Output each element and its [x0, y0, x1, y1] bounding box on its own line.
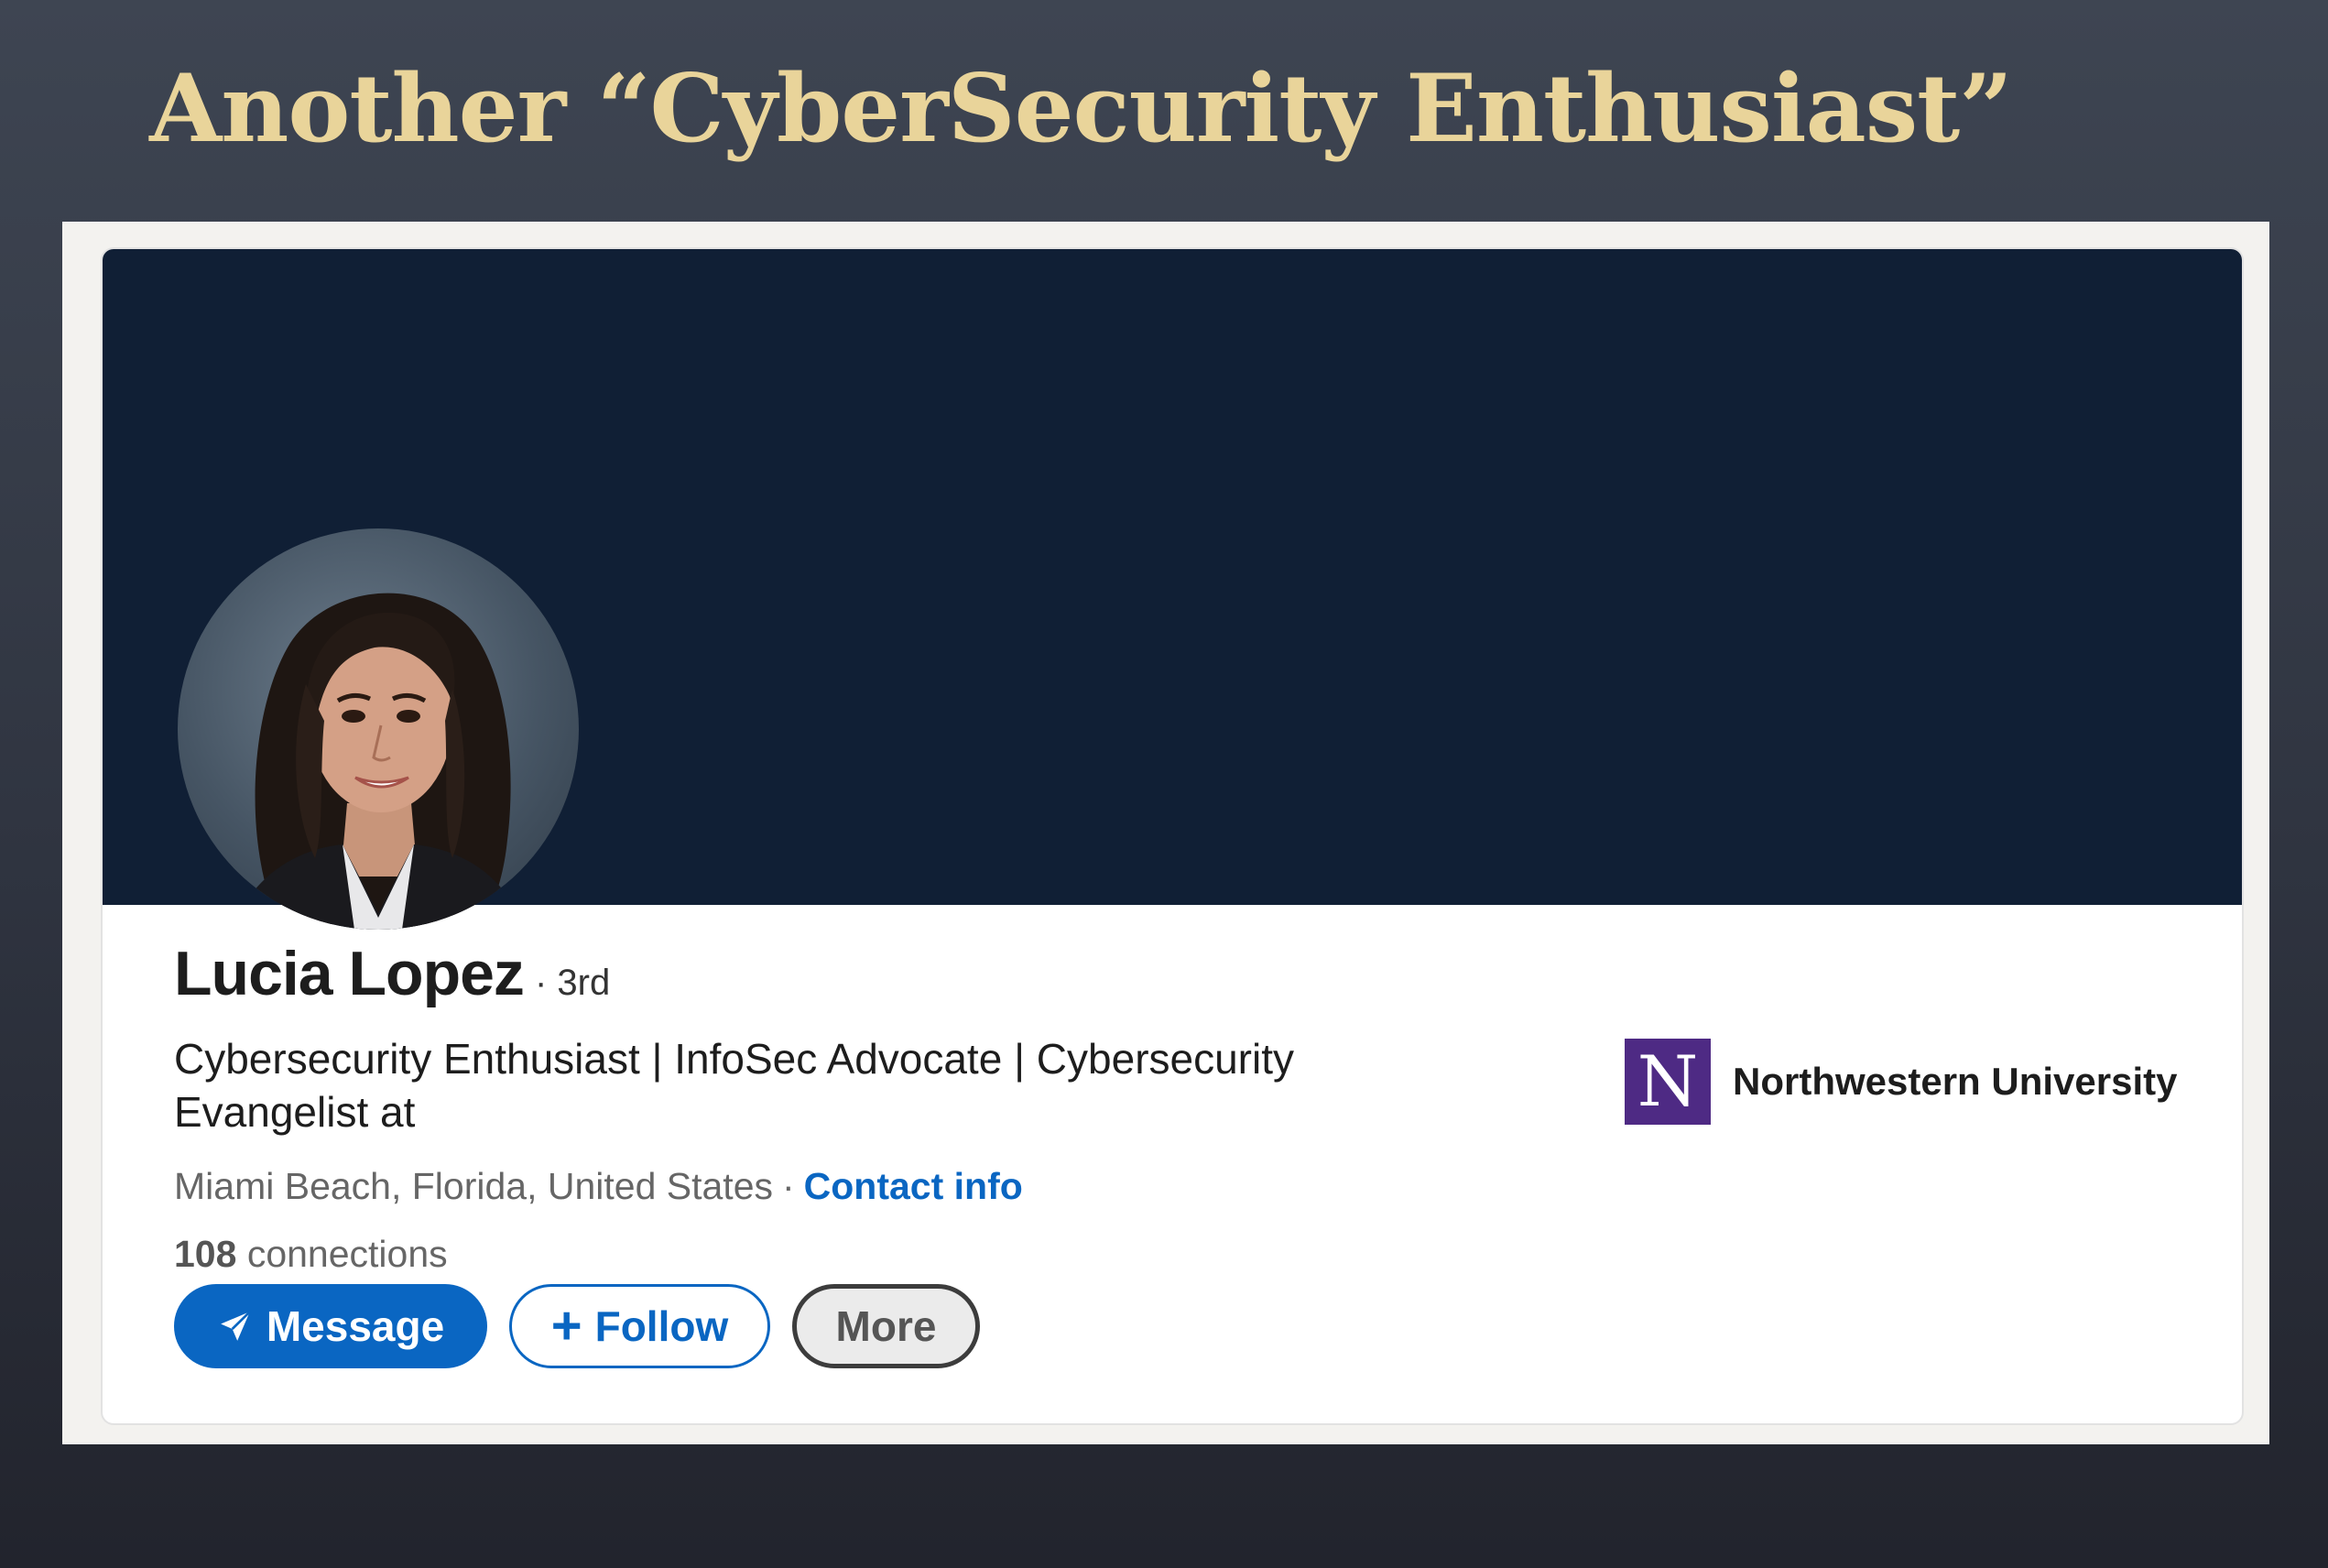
profile-location: Miami Beach, Florida, United States — [174, 1165, 773, 1207]
connections-number: 108 — [174, 1233, 237, 1275]
follow-button[interactable]: + Follow — [509, 1284, 770, 1368]
avatar[interactable] — [178, 528, 579, 930]
profile-actions: Message + Follow More — [174, 1284, 980, 1368]
connections-count[interactable]: 108 connections — [174, 1233, 448, 1276]
contact-info-link[interactable]: Contact info — [804, 1165, 1023, 1208]
name-row: Lucia Lopez · 3rd — [174, 938, 610, 1009]
location-row: Miami Beach, Florida, United States · Co… — [174, 1165, 1023, 1208]
message-button-label: Message — [266, 1302, 445, 1350]
school-name: Northwestern University — [1733, 1060, 2178, 1103]
screenshot-frame: Lucia Lopez · 3rd Cybersecurity Enthusia… — [62, 222, 2269, 1444]
connection-degree: · 3rd — [534, 963, 611, 1003]
more-button-label: More — [835, 1302, 937, 1350]
profile-card: Lucia Lopez · 3rd Cybersecurity Enthusia… — [101, 247, 2244, 1425]
plus-icon: + — [550, 1296, 582, 1356]
send-icon — [217, 1308, 254, 1345]
education-link[interactable]: N Northwestern University — [1625, 1039, 2177, 1125]
connections-label: connections — [246, 1233, 448, 1275]
slide-title: Another “CyberSecurity Enthusiast” — [149, 54, 2013, 164]
more-button[interactable]: More — [792, 1284, 980, 1368]
profile-headline: Cybersecurity Enthusiast | InfoSec Advoc… — [174, 1035, 1294, 1136]
profile-photo — [233, 593, 524, 930]
location-separator: · — [782, 1165, 795, 1207]
follow-button-label: Follow — [594, 1302, 729, 1350]
profile-name: Lucia Lopez — [174, 939, 525, 1008]
northwestern-logo: N — [1625, 1039, 1711, 1125]
message-button[interactable]: Message — [174, 1284, 487, 1368]
